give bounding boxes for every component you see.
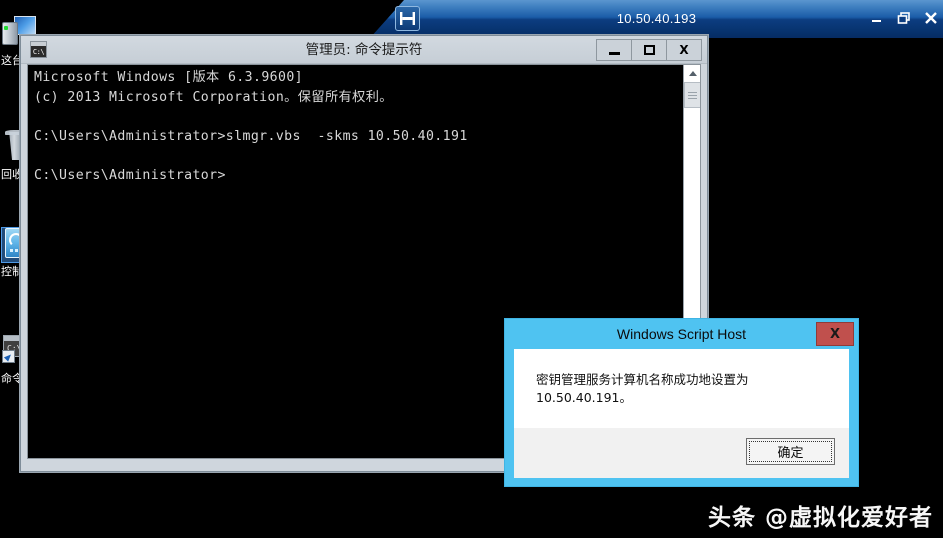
cmd-system-menu-icon[interactable]: C:\ [30,41,47,58]
windows-script-host-dialog: Windows Script Host X 密钥管理服务计算机名称成功地设置为 … [504,318,859,487]
shortcut-arrow-icon [2,350,15,363]
cmd-minimize-button[interactable] [596,39,632,61]
scroll-up-icon[interactable] [684,65,700,82]
dialog-message: 密钥管理服务计算机名称成功地设置为 10.50.40.191。 [536,371,749,405]
dialog-title: Windows Script Host [616,326,747,342]
host-window-controls [870,11,938,25]
cmd-window-controls: X [596,39,702,61]
dialog-content: 密钥管理服务计算机名称成功地设置为 10.50.40.191。 [514,349,849,428]
maximize-icon [643,45,655,55]
cmd-maximize-button[interactable] [631,39,667,61]
host-window-titlebar: 10.50.40.193 [370,0,943,38]
watermark: 头条 @虚拟化爱好者 [707,505,933,531]
minimize-icon [608,51,620,55]
dialog-close-button[interactable]: X [816,322,854,346]
minimize-icon[interactable] [870,11,884,25]
host-window-title: 10.50.40.193 [616,11,697,26]
close-icon[interactable] [924,11,938,25]
cmd-titlebar[interactable]: C:\ 管理员: 命令提示符 X [21,36,707,64]
vmware-console-icon[interactable] [395,6,420,31]
close-icon: X [679,43,689,57]
dialog-footer: 确定 [514,428,849,478]
ok-button[interactable]: 确定 [746,438,835,465]
cmd-close-button[interactable]: X [666,39,702,61]
restore-icon[interactable] [897,11,911,25]
dialog-titlebar[interactable]: Windows Script Host X [505,319,858,349]
screen-root: 这台电脑 回收站 控制面板 C:\ 命令提示符 10.50.40.193 [0,0,943,538]
close-icon: X [829,326,841,342]
vmware-console-window: 10.50.40.193 [370,0,943,38]
scroll-thumb[interactable] [684,82,700,108]
ok-button-label: 确定 [749,441,832,462]
cmd-system-menu-text: C:\ [32,47,45,56]
console-text: Microsoft Windows [版本 6.3.9600] (c) 2013… [34,70,468,183]
